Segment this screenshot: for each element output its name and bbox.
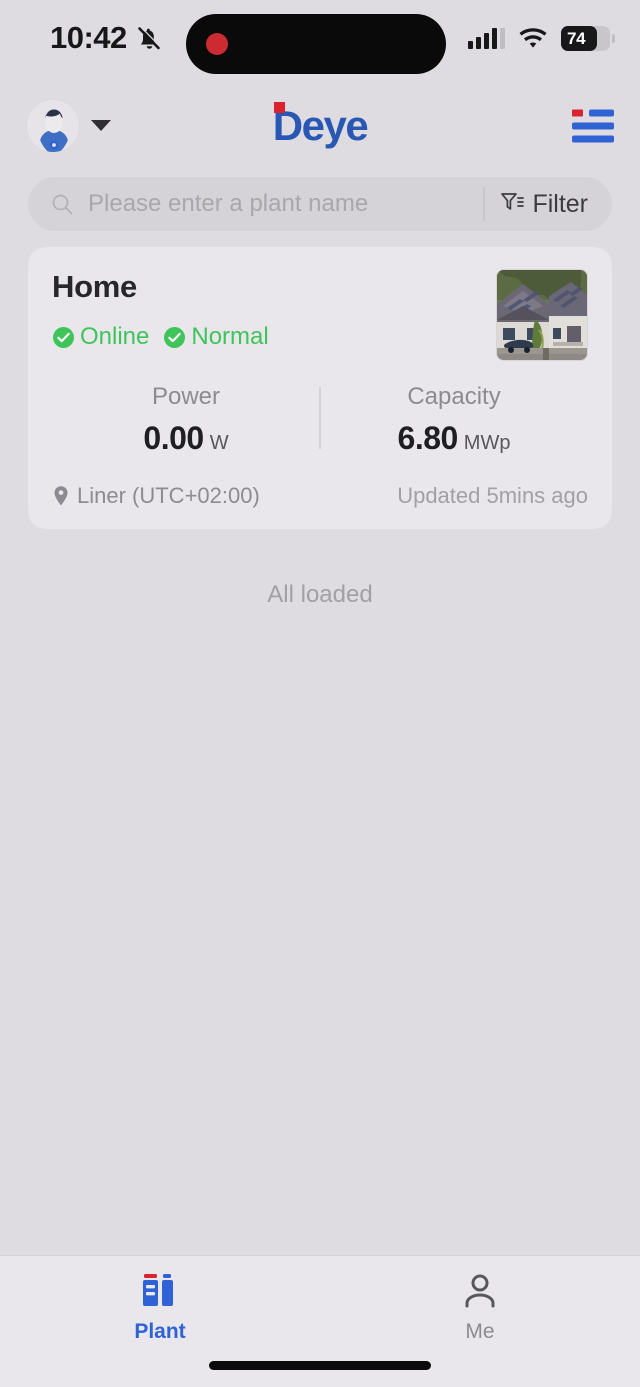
plant-location: Liner (UTC+02:00) xyxy=(52,483,260,509)
plant-status-badges: Online Normal xyxy=(52,323,269,351)
plant-location-text: Liner (UTC+02:00) xyxy=(77,483,260,508)
plant-card-header: Home Online Normal xyxy=(52,269,588,361)
plant-metrics: Power 0.00 W Capacity 6.80 MWp xyxy=(52,383,588,457)
status-bar-left: 10:42 xyxy=(50,20,162,56)
search-section: Filter xyxy=(0,163,640,231)
status-bar: 10:42 74 xyxy=(0,0,640,88)
battery-icon: 74 xyxy=(561,26,615,51)
menu-accent-square xyxy=(572,109,583,116)
metric-number: 0.00 xyxy=(143,420,204,456)
status-badge: Online xyxy=(52,323,149,351)
plant-card-info: Home Online Normal xyxy=(52,269,269,351)
house-solar-panel-photo xyxy=(496,269,588,361)
app-screen: 10:42 74 Deye Please enter a plant name … xyxy=(0,0,640,1387)
plant-updated-text: Updated 5mins ago xyxy=(397,483,588,508)
metrics-divider xyxy=(319,387,321,449)
search-input[interactable] xyxy=(74,190,484,218)
list-footer-text: All loaded xyxy=(267,581,373,608)
dynamic-island xyxy=(186,14,446,74)
wifi-icon xyxy=(518,27,548,50)
red-recording-dot xyxy=(206,33,228,55)
person-icon xyxy=(460,1270,500,1312)
bell-slash-icon xyxy=(136,24,162,52)
brand-accent-square xyxy=(273,101,285,113)
menu-bar-2 xyxy=(572,122,614,129)
tab-label: Me xyxy=(465,1320,495,1343)
bottom-tab-bar: Plant Me xyxy=(0,1255,640,1387)
status-badge-label: Normal xyxy=(191,323,269,350)
metric-value: 0.00 W xyxy=(52,420,320,457)
tab-me[interactable]: Me xyxy=(320,1270,640,1344)
app-header: Deye xyxy=(0,88,640,163)
home-indicator xyxy=(209,1361,431,1370)
chevron-down-icon[interactable] xyxy=(91,120,111,131)
user-avatar-icon[interactable] xyxy=(26,98,80,153)
search-bar[interactable]: Filter xyxy=(28,177,612,231)
tab-label: Plant xyxy=(134,1320,186,1343)
status-bar-right: 74 xyxy=(468,26,615,51)
plant-name: Home xyxy=(52,269,137,304)
battery-percent: 74 xyxy=(567,28,586,48)
search-divider xyxy=(483,187,486,221)
metric-capacity: Capacity 6.80 MWp xyxy=(320,383,588,457)
menu-bar-1 xyxy=(589,109,614,116)
check-circle-icon xyxy=(163,326,186,349)
plant-icon xyxy=(138,1270,182,1312)
metric-power: Power 0.00 W xyxy=(52,383,320,457)
profile-switcher[interactable] xyxy=(26,98,111,153)
status-badge: Normal xyxy=(163,323,269,351)
metric-label: Power xyxy=(151,383,221,410)
plant-card-footer: Liner (UTC+02:00) Updated 5mins ago xyxy=(52,483,588,509)
metric-unit: W xyxy=(209,432,229,454)
filter-funnel-icon xyxy=(499,190,525,219)
status-bar-clock: 10:42 xyxy=(50,20,127,55)
filter-button[interactable]: Filter xyxy=(499,190,606,219)
plant-card[interactable]: Home Online Normal Power 0.00 W Capacity… xyxy=(28,247,612,529)
metric-unit: MWp xyxy=(463,432,511,454)
plant-list: Home Online Normal Power 0.00 W Capacity… xyxy=(0,231,640,609)
metric-number: 6.80 xyxy=(397,420,459,456)
status-badge-label: Online xyxy=(80,323,150,350)
filter-label: Filter xyxy=(532,189,588,218)
hamburger-menu-icon[interactable] xyxy=(572,109,614,142)
tab-plant[interactable]: Plant xyxy=(0,1270,320,1344)
brand-name: Deye xyxy=(272,101,369,149)
metric-value: 6.80 MWp xyxy=(320,420,588,457)
cellular-signal-icon xyxy=(468,28,505,49)
metric-label: Capacity xyxy=(407,383,501,410)
menu-bar-3 xyxy=(572,135,614,142)
location-pin-icon xyxy=(52,485,70,507)
search-icon xyxy=(50,192,74,216)
check-circle-icon xyxy=(52,326,75,349)
